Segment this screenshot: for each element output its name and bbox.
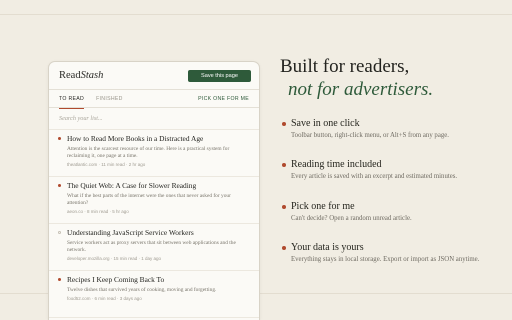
feature-item: Save in one click Toolbar button, right-… (282, 118, 512, 140)
feature-description: Everything stays in local storage. Expor… (291, 256, 480, 263)
search-input[interactable] (59, 115, 249, 122)
feature-title: Your data is yours (291, 242, 364, 253)
article-item[interactable]: The Quiet Web: A Case for Slower Reading… (49, 177, 259, 224)
logo-emphasis: Stash (80, 70, 104, 81)
article-list: How to Read More Books in a Distracted A… (49, 130, 259, 318)
feature-title: Pick one for me (291, 201, 355, 212)
feature-title: Save in one click (291, 118, 360, 129)
feature-description: Toolbar button, right-click menu, or Alt… (291, 132, 449, 139)
article-excerpt: What if the best parts of the internet w… (67, 193, 231, 206)
top-divider (0, 14, 512, 15)
unread-dot-icon (58, 137, 61, 140)
feature-item: Your data is yours Everything stays in l… (282, 242, 512, 264)
article-title[interactable]: Recipes I Keep Coming Back To (67, 275, 249, 284)
headline: Built for readers, not for advertisers. (280, 55, 433, 101)
popup-header: Read Stash Save this page (49, 62, 259, 90)
tab-bar: TO READ FINISHED PICK ONE FOR ME (49, 90, 259, 109)
article-excerpt: Twelve dishes that survived years of coo… (67, 287, 217, 293)
logo-prefix: Read (59, 70, 81, 81)
bullet-icon (282, 205, 286, 209)
unread-dot-icon (58, 184, 61, 187)
read-dot-icon (58, 231, 62, 235)
pick-one-button[interactable]: PICK ONE FOR ME (198, 96, 249, 102)
article-meta: aeon.co · 8 min read · 5 hr ago (67, 208, 129, 214)
bullet-icon (282, 122, 286, 126)
article-excerpt: Attention is the scarcest resource of ou… (67, 146, 230, 159)
bullet-icon (282, 163, 286, 167)
headline-line-1: Built for readers, (280, 56, 410, 77)
bullet-icon (282, 246, 286, 250)
article-meta: theatlantic.com · 11 min read · 2 hr ago (67, 161, 146, 167)
feature-item: Pick one for me Can't decide? Open a ran… (282, 201, 512, 223)
article-title[interactable]: Understanding JavaScript Service Workers (67, 228, 249, 237)
feature-item: Reading time included Every article is s… (282, 159, 512, 181)
article-item[interactable]: Recipes I Keep Coming Back To Twelve dis… (49, 271, 259, 318)
article-meta: food52.com · 6 min read · 3 days ago (67, 295, 142, 301)
article-title[interactable]: How to Read More Books in a Distracted A… (67, 134, 249, 143)
app-logo: Read Stash (59, 70, 103, 81)
article-excerpt: Service workers act as proxy servers tha… (67, 240, 236, 253)
extension-popup: Read Stash Save this page TO READ FINISHE… (48, 61, 260, 320)
feature-description: Can't decide? Open a random unread artic… (291, 215, 412, 222)
save-page-button[interactable]: Save this page (188, 69, 251, 82)
article-item[interactable]: Understanding JavaScript Service Workers… (49, 224, 259, 271)
search-bar (49, 108, 259, 130)
feature-title: Reading time included (291, 159, 382, 170)
tab-to-read[interactable]: TO READ (59, 90, 85, 109)
tab-finished[interactable]: FINISHED (96, 90, 123, 108)
article-meta: developer.mozilla.org · 15 min read · 1 … (67, 255, 162, 261)
article-item[interactable]: How to Read More Books in a Distracted A… (49, 130, 259, 177)
feature-description: Every article is saved with an excerpt a… (291, 173, 458, 180)
headline-line-2: not for advertisers. (288, 79, 434, 100)
unread-dot-icon (58, 278, 61, 281)
article-title[interactable]: The Quiet Web: A Case for Slower Reading (67, 181, 249, 190)
